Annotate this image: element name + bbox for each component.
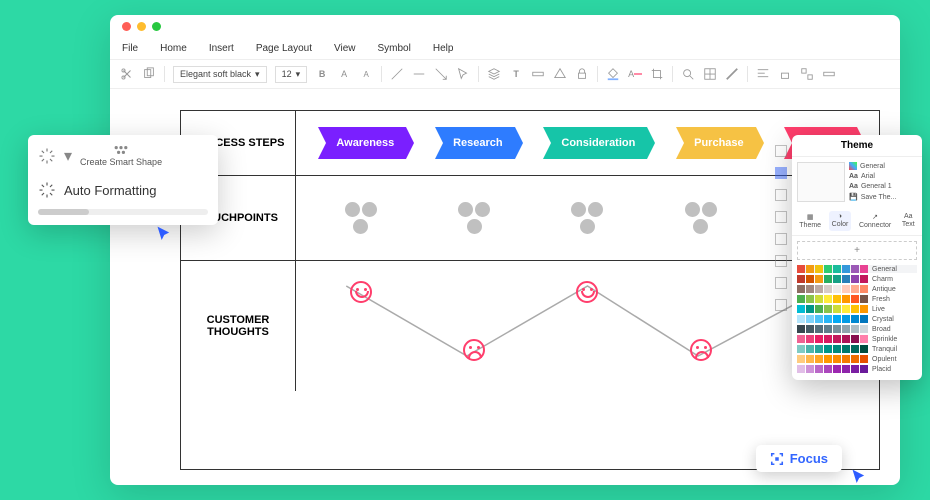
palette-row[interactable]: Fresh (797, 295, 917, 303)
menu-view[interactable]: View (334, 43, 356, 54)
group-icon[interactable] (800, 67, 814, 81)
sparkle-icon (38, 181, 56, 199)
side-tool-icon[interactable] (775, 299, 787, 311)
palette-row[interactable]: Opulent (797, 355, 917, 363)
focus-icon (770, 452, 784, 466)
emoji-sad[interactable] (463, 339, 485, 361)
menu-page-layout[interactable]: Page Layout (256, 43, 312, 54)
titlebar (110, 15, 900, 37)
palette-row[interactable]: Live (797, 305, 917, 313)
tab-connector[interactable]: ↗Connector (856, 211, 894, 231)
menubar: File Home Insert Page Layout View Symbol… (110, 37, 900, 59)
side-tool-icon[interactable] (775, 167, 787, 179)
tab-theme[interactable]: ▦Theme (796, 211, 824, 231)
create-smart-shape-button[interactable]: Create Smart Shape (80, 145, 162, 167)
font-color-icon[interactable]: A (628, 67, 642, 81)
font-size[interactable]: 12▾ (275, 66, 308, 83)
fill-icon[interactable] (606, 67, 620, 81)
pointer-icon[interactable] (456, 67, 470, 81)
shape-icon[interactable] (553, 67, 567, 81)
tab-color[interactable]: ◑Color (829, 211, 852, 231)
search-icon[interactable] (681, 67, 695, 81)
emoji-sad[interactable] (690, 339, 712, 361)
font-size-down-icon[interactable]: A (359, 67, 373, 81)
auto-format-panel: ▾ Create Smart Shape Auto Formatting (28, 135, 218, 225)
palette-row[interactable]: Antique (797, 285, 917, 293)
touchpoint-cluster[interactable] (567, 202, 607, 234)
emoji-happy[interactable] (576, 281, 598, 303)
crop-icon[interactable] (650, 67, 664, 81)
layers-icon[interactable] (487, 67, 501, 81)
side-toolbar (772, 145, 790, 311)
side-tool-icon[interactable] (775, 277, 787, 289)
row-label-thoughts: CUSTOMER THOUGHTS (181, 261, 296, 391)
font-size-up-icon[interactable]: A (337, 67, 351, 81)
line-icon[interactable] (412, 67, 426, 81)
lock-icon[interactable] (575, 67, 589, 81)
touchpoint-cluster[interactable] (341, 202, 381, 234)
menu-insert[interactable]: Insert (209, 43, 234, 54)
menu-file[interactable]: File (122, 43, 138, 54)
palette-row[interactable]: Placid (797, 365, 917, 373)
side-tool-icon[interactable] (775, 233, 787, 245)
toolbar: Elegant soft black▾ 12▾ B A A T A (110, 59, 900, 89)
side-tool-icon[interactable] (775, 145, 787, 157)
palette-row[interactable]: Tranquil (797, 345, 917, 353)
palette-row[interactable]: General (797, 265, 917, 273)
side-tool-icon[interactable] (775, 189, 787, 201)
grid-icon[interactable] (703, 67, 717, 81)
theme-title: Theme (792, 135, 922, 157)
tab-text[interactable]: AaText (899, 211, 918, 231)
text-icon[interactable]: T (509, 67, 523, 81)
touchpoint-cluster[interactable] (681, 202, 721, 234)
side-tool-icon[interactable] (775, 211, 787, 223)
touchpoint-cluster[interactable] (454, 202, 494, 234)
cursor-icon (850, 468, 870, 488)
menu-home[interactable]: Home (160, 43, 187, 54)
theme-preview[interactable] (797, 162, 845, 202)
side-tool-icon[interactable] (775, 255, 787, 267)
palette-list: General Charm Antique Fresh Live Crystal Broad… (792, 265, 922, 380)
arrow-icon[interactable] (434, 67, 448, 81)
palette-row[interactable]: Charm (797, 275, 917, 283)
step-research[interactable]: Research (435, 127, 515, 159)
stroke-icon[interactable] (725, 67, 739, 81)
sparkle-icon (38, 147, 56, 165)
theme-opt-general[interactable]: General (849, 162, 917, 170)
add-palette-button[interactable]: + (797, 241, 917, 260)
menu-help[interactable]: Help (433, 43, 454, 54)
connector-icon[interactable] (390, 67, 404, 81)
focus-button[interactable]: Focus (756, 445, 842, 472)
palette-row[interactable]: Crystal (797, 315, 917, 323)
palette-row[interactable]: Broad (797, 325, 917, 333)
palette-row[interactable]: Sprinkle (797, 335, 917, 343)
font-selector[interactable]: Elegant soft black▾ (173, 66, 267, 83)
progress-bar (38, 209, 208, 215)
maximize-icon[interactable] (152, 22, 161, 31)
cut-icon[interactable] (120, 67, 134, 81)
emoji-happy[interactable] (350, 281, 372, 303)
insert-row-icon[interactable] (531, 67, 545, 81)
theme-opt-font[interactable]: AaArial (849, 173, 917, 180)
align-icon[interactable] (756, 67, 770, 81)
close-icon[interactable] (122, 22, 131, 31)
lock2-icon[interactable] (778, 67, 792, 81)
step-awareness[interactable]: Awareness (318, 127, 406, 159)
auto-formatting-button[interactable]: Auto Formatting (38, 175, 208, 205)
bold-icon[interactable]: B (315, 67, 329, 81)
step-consideration[interactable]: Consideration (543, 127, 647, 159)
theme-opt-save[interactable]: 💾Save The... (849, 193, 917, 201)
theme-panel: Theme General AaArial AaGeneral 1 💾Save … (792, 135, 922, 380)
theme-opt-general1[interactable]: AaGeneral 1 (849, 183, 917, 190)
minimize-icon[interactable] (137, 22, 146, 31)
menu-symbol[interactable]: Symbol (378, 43, 411, 54)
copy-icon[interactable] (142, 67, 156, 81)
more-icon[interactable] (822, 67, 836, 81)
step-purchase[interactable]: Purchase (676, 127, 756, 159)
cursor-icon (155, 225, 175, 245)
